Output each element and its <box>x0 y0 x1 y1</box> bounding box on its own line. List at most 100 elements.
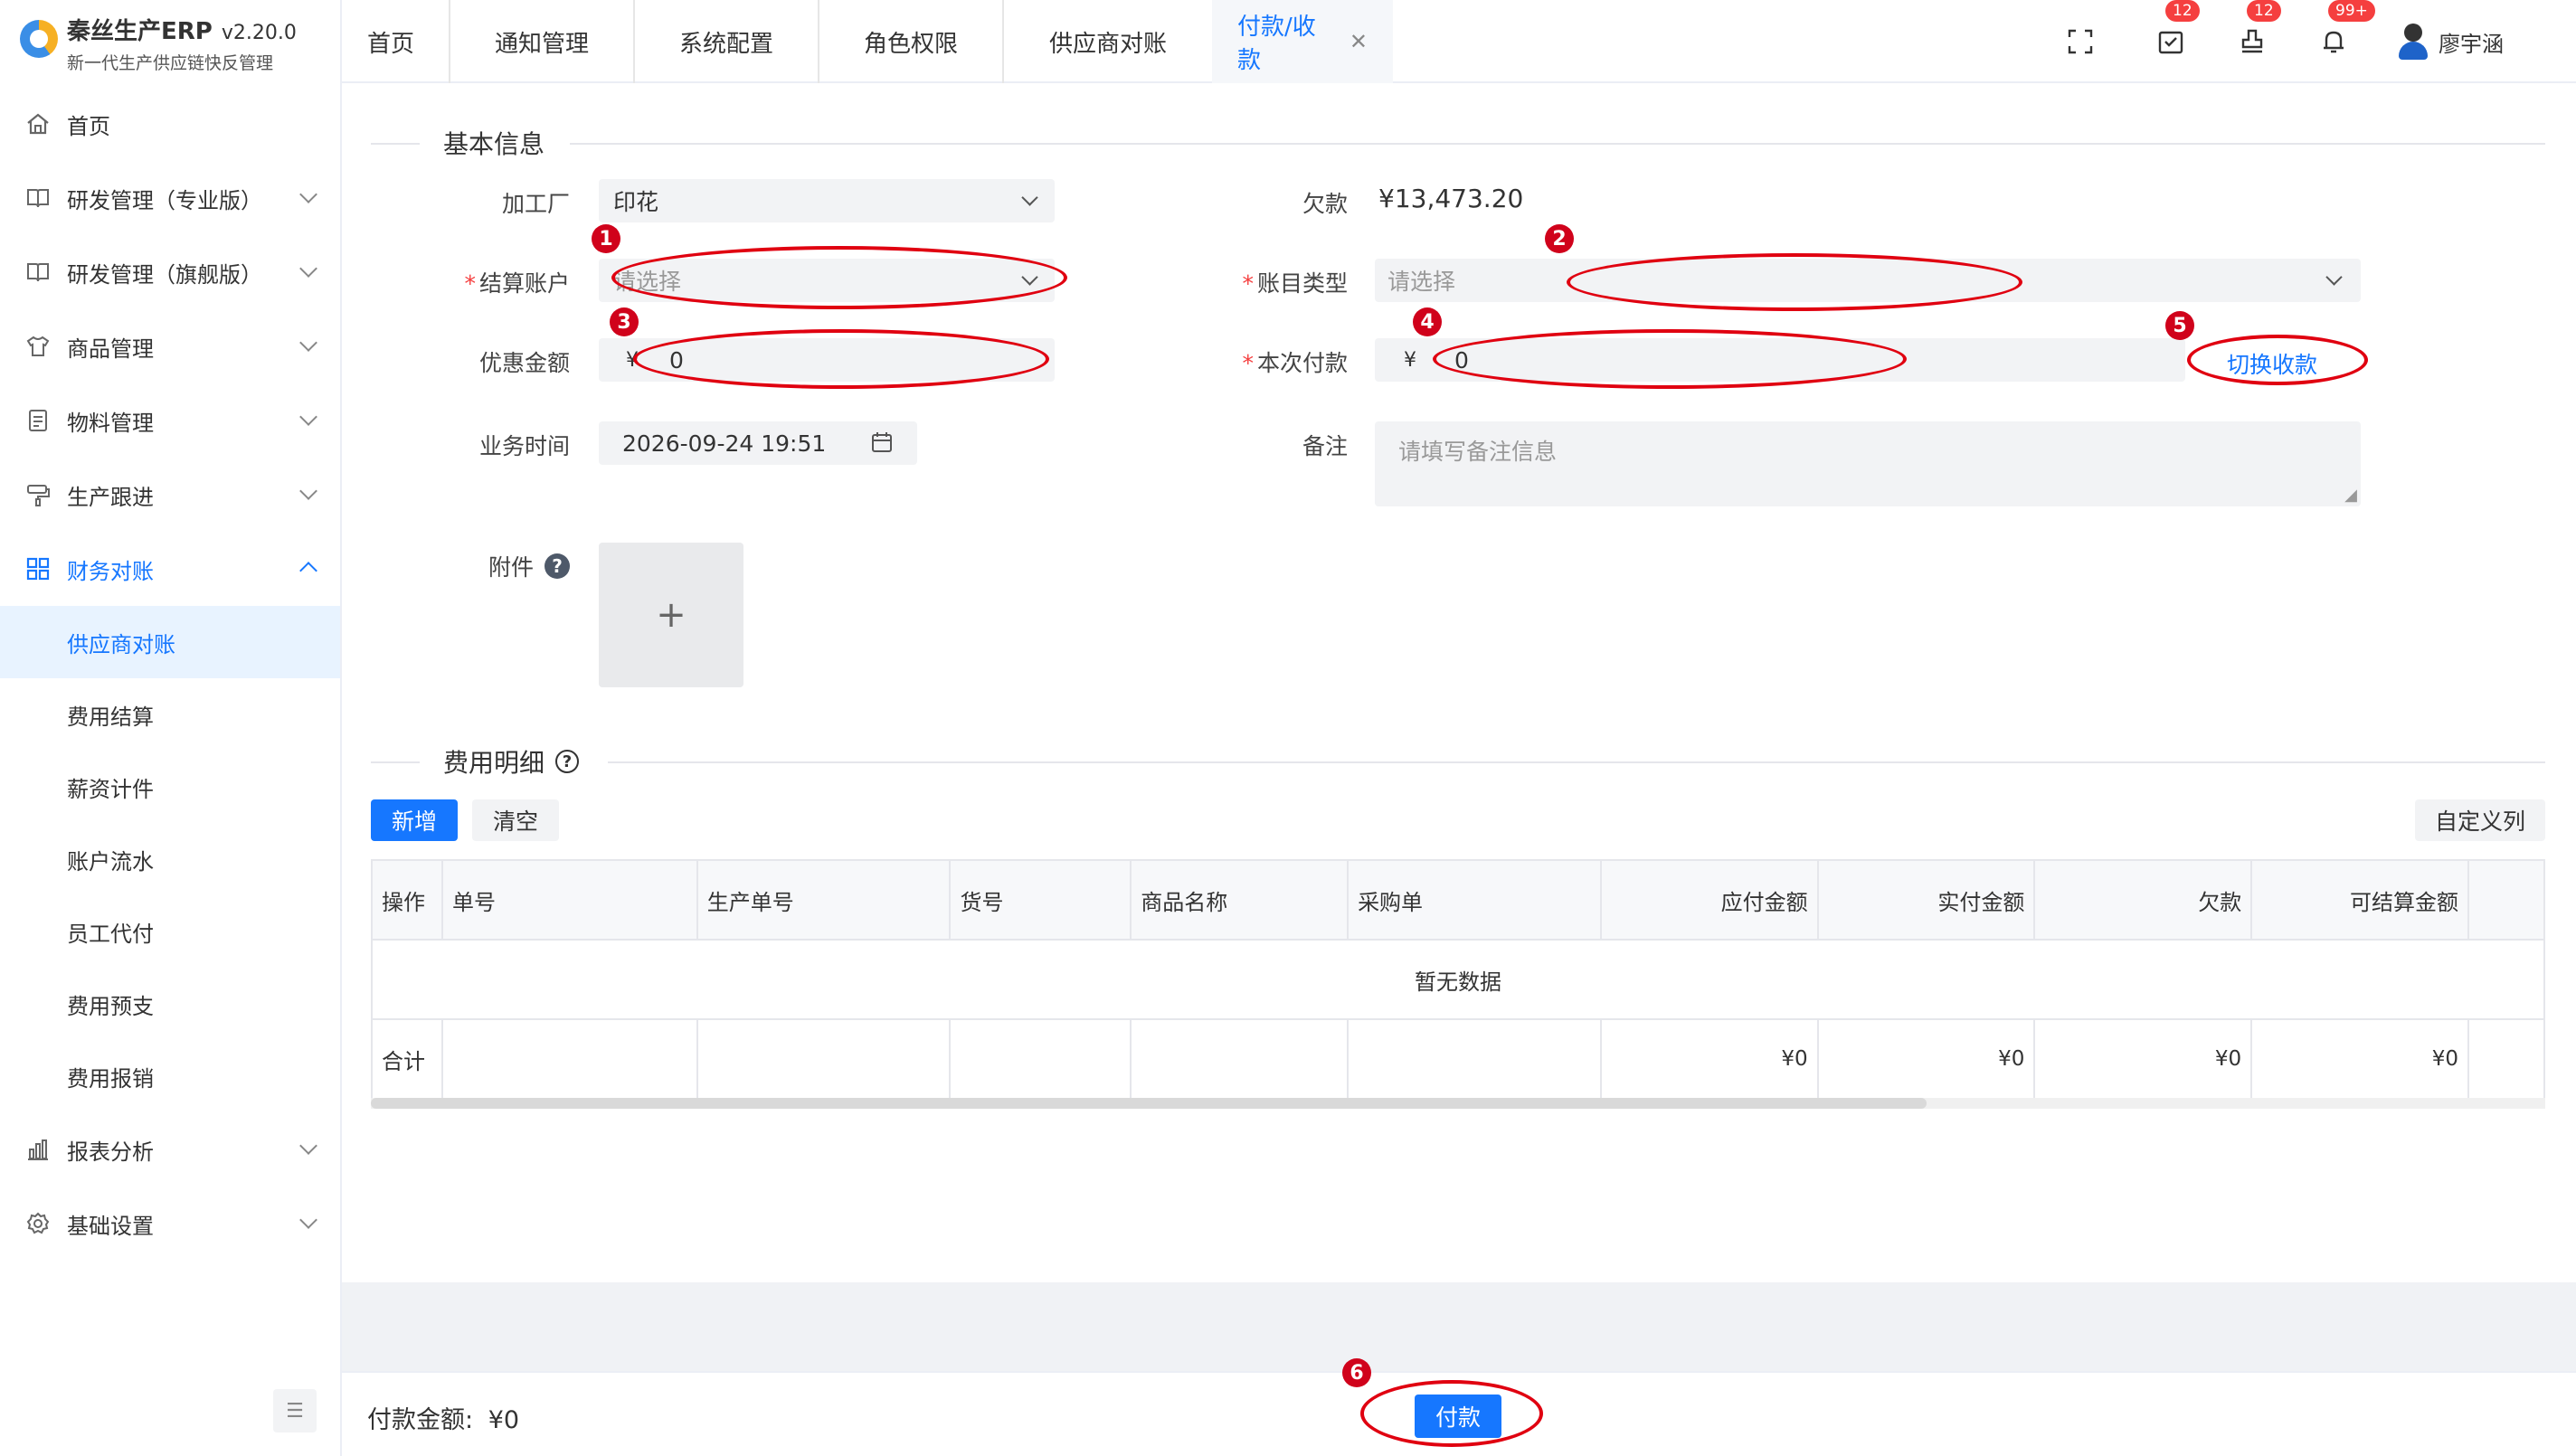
help-icon[interactable]: ? <box>545 553 570 579</box>
user-menu[interactable]: 廖宇涵 <box>2397 24 2504 60</box>
col-purchase-order: 采购单 <box>1347 859 1602 941</box>
col-extra <box>2467 859 2545 941</box>
sidebar-item-label: 基础设置 <box>67 1213 154 1239</box>
sidebar-item-finance[interactable]: 财务对账 <box>0 532 340 606</box>
account-type-select[interactable]: 请选择 <box>1375 259 2361 302</box>
sum-cell <box>1347 1018 1602 1100</box>
tab-payment-receipt[interactable]: 付款/收款 ✕ <box>1212 0 1393 83</box>
shirt-icon <box>24 332 52 361</box>
help-icon[interactable]: ? <box>555 750 580 773</box>
sidebar-sub-expense-settle[interactable]: 费用结算 <box>0 678 340 751</box>
sum-label: 合计 <box>371 1018 443 1100</box>
business-time-picker[interactable]: 2026-09-24 19:51 <box>599 421 917 465</box>
sidebar-item-rd-pro[interactable]: 研发管理（专业版） <box>0 161 340 235</box>
chevron-down-icon <box>299 482 317 500</box>
home-icon <box>24 109 52 138</box>
tab-notifications[interactable]: 通知管理 <box>450 0 635 83</box>
grid-icon <box>24 554 52 583</box>
annotation-number: 1 <box>592 224 620 253</box>
sidebar-item-label: 物料管理 <box>67 410 154 436</box>
sum-cell <box>696 1018 952 1100</box>
sum-debt: ¥0 <box>2033 1018 2253 1100</box>
section-expense-title: 费用明细? <box>443 743 580 780</box>
sidebar-item-rd-flagship[interactable]: 研发管理（旗舰版） <box>0 235 340 309</box>
sidebar-item-label: 生产跟进 <box>67 484 154 510</box>
debt-value: ¥13,473.20 <box>1378 184 1524 213</box>
fullscreen-icon[interactable] <box>2062 24 2098 60</box>
currency-symbol: ¥ <box>626 348 639 372</box>
table-summary-row: 合计 ¥0 ¥0 ¥0 ¥0 <box>371 1018 2545 1100</box>
remark-textarea[interactable]: 请填写备注信息 ◢ <box>1375 421 2361 506</box>
account-select[interactable]: 请选择 <box>599 259 1055 302</box>
clear-button[interactable]: 清空 <box>472 799 559 841</box>
table-header-row: 操作 单号 生产单号 货号 商品名称 采购单 应付金额 实付金额 欠款 可结算金… <box>371 859 2545 941</box>
sum-settleable: ¥0 <box>2250 1018 2469 1100</box>
chevron-down-icon <box>1021 269 1038 286</box>
tab-system-config[interactable]: 系统配置 <box>635 0 819 83</box>
chevron-down-icon <box>1021 189 1038 206</box>
task-badge: 12 <box>2165 0 2200 22</box>
attach-label: 附件? <box>434 550 570 582</box>
discount-input[interactable]: ¥ 0 <box>599 338 1055 382</box>
stamp-badge: 12 <box>2247 0 2281 22</box>
avatar <box>2397 24 2429 60</box>
sidebar-sub-account-flow[interactable]: 账户流水 <box>0 823 340 895</box>
payment-input[interactable]: ¥ 0 <box>1375 338 2185 382</box>
sidebar-sub-piece-salary[interactable]: 薪资计件 <box>0 751 340 823</box>
close-icon[interactable]: ✕ <box>1350 29 1368 54</box>
tab-bar: 首页 通知管理 系统配置 角色权限 供应商对账 付款/收款 ✕ <box>342 0 1393 83</box>
sidebar-item-production[interactable]: 生产跟进 <box>0 458 340 532</box>
footer-bar: 付款金额: ¥0 付款 <box>342 1371 2576 1456</box>
sidebar-sub-expense-claim[interactable]: 费用报销 <box>0 1040 340 1112</box>
add-row-button[interactable]: 新增 <box>371 799 458 841</box>
table-empty-row: 暂无数据 <box>371 939 2545 1020</box>
logo-icon <box>20 20 58 58</box>
sidebar-item-home[interactable]: 首页 <box>0 87 340 161</box>
factory-label: 加工厂 <box>501 191 570 217</box>
sidebar-item-label: 财务对账 <box>67 558 154 584</box>
tab-supplier-reconcile[interactable]: 供应商对账 <box>1004 0 1212 83</box>
col-production-no: 生产单号 <box>696 859 952 941</box>
chevron-down-icon <box>299 260 317 278</box>
sidebar-sub-supplier-reconcile[interactable]: 供应商对账 <box>0 606 340 678</box>
task-check-icon[interactable]: 12 <box>2153 0 2200 60</box>
remark-placeholder: 请填写备注信息 <box>1398 439 1558 465</box>
sidebar: 秦丝生产ERP v2.20.0 新一代生产供应链快反管理 首页 研发管理（专业版）… <box>0 0 342 1456</box>
resize-handle-icon[interactable]: ◢ <box>2344 486 2357 505</box>
sidebar-item-materials[interactable]: 物料管理 <box>0 383 340 458</box>
scrollbar-thumb[interactable] <box>371 1098 1927 1109</box>
table-horizontal-scrollbar[interactable] <box>371 1098 2545 1109</box>
col-settleable: 可结算金额 <box>2250 859 2469 941</box>
stamp-icon[interactable]: 12 <box>2234 0 2281 60</box>
bell-icon[interactable]: 99+ <box>2316 0 2375 60</box>
annotation-number: 5 <box>2165 311 2194 340</box>
annotation-number: 6 <box>1342 1358 1371 1387</box>
factory-select[interactable]: 印花 <box>599 179 1055 222</box>
plus-icon: + <box>656 594 687 636</box>
brand[interactable]: 秦丝生产ERP v2.20.0 新一代生产供应链快反管理 <box>20 13 297 74</box>
tab-role-permissions[interactable]: 角色权限 <box>819 0 1004 83</box>
col-debt: 欠款 <box>2033 859 2253 941</box>
sidebar-item-products[interactable]: 商品管理 <box>0 309 340 383</box>
sidebar-sub-employee-pay[interactable]: 员工代付 <box>0 895 340 968</box>
time-label: 业务时间 <box>478 433 570 459</box>
tab-home[interactable]: 首页 <box>342 0 450 83</box>
custom-columns-button[interactable]: 自定义列 <box>2415 799 2545 841</box>
brand-subtitle: 新一代生产供应链快反管理 <box>67 53 274 73</box>
account-type-placeholder: 请选择 <box>1387 269 1456 295</box>
switch-receipt-link[interactable]: 切换收款 <box>2227 347 2317 380</box>
sidebar-sub-expense-advance[interactable]: 费用预支 <box>0 968 340 1040</box>
pay-button[interactable]: 付款 <box>1415 1395 1501 1438</box>
roller-icon <box>24 480 52 509</box>
sidebar-item-settings[interactable]: 基础设置 <box>0 1187 340 1261</box>
section-basic-title: 基本信息 <box>443 129 545 159</box>
sum-paid: ¥0 <box>1816 1018 2036 1100</box>
header-actions: 12 12 99+ 廖宇涵 <box>2062 0 2576 83</box>
chevron-down-icon <box>299 408 317 426</box>
sidebar-item-label: 研发管理（旗舰版） <box>67 261 262 288</box>
sidebar-item-reports[interactable]: 报表分析 <box>0 1112 340 1187</box>
upload-button[interactable]: + <box>599 543 743 687</box>
annotation-number: 3 <box>610 307 639 336</box>
section-divider <box>371 143 420 145</box>
collapse-sidebar-button[interactable]: ☰ <box>273 1389 317 1432</box>
